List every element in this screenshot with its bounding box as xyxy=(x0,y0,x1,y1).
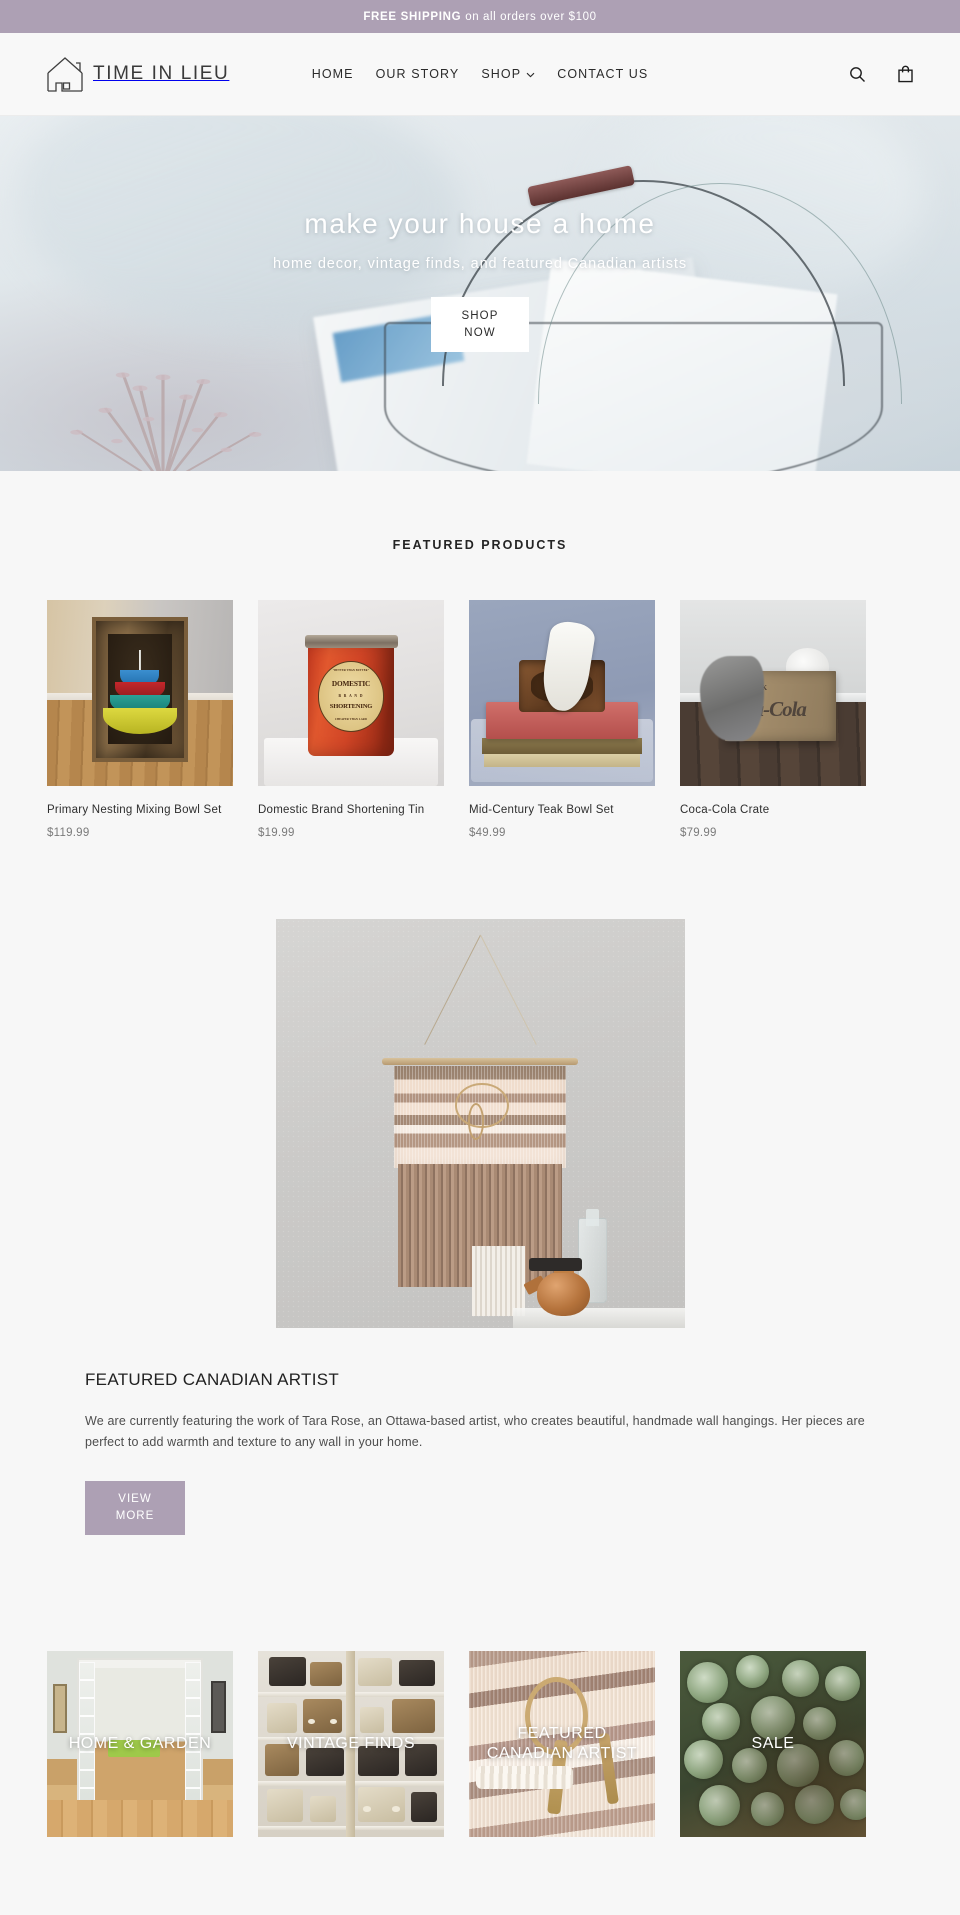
brand-name: TIME IN LIEU xyxy=(93,63,230,84)
featured-artist-section: FEATURED CANADIAN ARTIST We are currentl… xyxy=(0,839,960,1535)
product-image xyxy=(469,600,655,786)
category-tile-sale[interactable]: SALE xyxy=(680,1651,866,1837)
featured-products-title: FEATURED PRODUCTS xyxy=(392,538,568,552)
nav-item-our-story[interactable]: OUR STORY xyxy=(376,67,460,81)
product-grid: Primary Nesting Mixing Bowl Set $119.99 … xyxy=(47,600,913,839)
brand-logo-link[interactable]: TIME IN LIEU xyxy=(44,53,229,95)
nav-label: SHOP xyxy=(481,67,522,81)
nav-label: CONTACT US xyxy=(557,67,649,81)
featured-artist-body: We are currently featuring the work of T… xyxy=(85,1414,865,1449)
category-label: HOME & GARDEN xyxy=(68,1735,212,1752)
shop-now-line1: SHOP xyxy=(461,309,499,322)
nav-label: OUR STORY xyxy=(375,67,460,81)
product-price: $19.99 xyxy=(258,827,295,839)
product-card[interactable]: Primary Nesting Mixing Bowl Set $119.99 xyxy=(47,600,233,839)
category-label: FEATURED CANADIAN ARTIST xyxy=(486,1725,638,1762)
featured-artist-image xyxy=(275,919,685,1328)
category-tile-vintage-finds[interactable]: VINTAGE FINDS xyxy=(258,1651,444,1837)
featured-products-section: FEATURED PRODUCTS Primary Nesting Mixing… xyxy=(0,471,960,839)
announcement-bar: FREE SHIPPING on all orders over $100 xyxy=(0,0,960,33)
shop-now-line2: NOW xyxy=(464,326,496,339)
tin-label-line3: SHORTENING xyxy=(329,702,373,710)
product-price: $49.99 xyxy=(469,827,506,839)
product-title: Primary Nesting Mixing Bowl Set xyxy=(47,804,222,816)
nav-item-shop[interactable]: SHOP xyxy=(481,67,535,81)
cart-icon[interactable] xyxy=(894,63,916,85)
product-price: $79.99 xyxy=(680,827,717,839)
category-grid: HOME & GARDEN VINTAGE FINDS FEATURED CAN… xyxy=(47,1651,913,1837)
tin-label-line2: B R A N D xyxy=(338,693,364,698)
hero-subtitle: home decor, vintage finds, and featured … xyxy=(273,256,687,272)
product-card[interactable]: DRINK Coca-Cola Coca-Cola Crate $79.99 xyxy=(680,600,866,839)
product-title: Coca-Cola Crate xyxy=(680,804,770,816)
announcement-bold-text: FREE SHIPPING xyxy=(363,10,462,23)
category-tile-home-and-garden[interactable]: HOME & GARDEN xyxy=(47,1651,233,1837)
product-price: $119.99 xyxy=(47,827,90,839)
category-label: SALE xyxy=(751,1735,795,1752)
product-card[interactable]: "BETTER THAN BUTTER" DOMESTIC B R A N D … xyxy=(258,600,444,839)
tin-label-top: "BETTER THAN BUTTER" xyxy=(332,668,370,672)
category-tiles-section: HOME & GARDEN VINTAGE FINDS FEATURED CAN… xyxy=(0,1535,960,1915)
featured-artist-copy: FEATURED CANADIAN ARTIST We are currentl… xyxy=(85,1370,875,1535)
shop-now-button[interactable]: SHOP NOW xyxy=(431,297,529,352)
nav-item-home[interactable]: HOME xyxy=(312,67,354,81)
chevron-down-icon xyxy=(526,67,535,81)
tin-label-line1: DOMESTIC xyxy=(331,678,371,688)
view-more-line1: VIEW xyxy=(118,1493,152,1505)
product-title: Mid-Century Teak Bowl Set xyxy=(469,804,614,816)
product-image xyxy=(47,600,233,786)
category-label: VINTAGE FINDS xyxy=(287,1735,415,1752)
hero-banner: make your house a home home decor, vinta… xyxy=(0,116,960,471)
view-more-line2: MORE xyxy=(115,1510,155,1522)
hero-content: make your house a home home decor, vinta… xyxy=(0,116,960,471)
header-actions xyxy=(846,63,916,85)
search-icon[interactable] xyxy=(846,63,868,85)
product-image: DRINK Coca-Cola xyxy=(680,600,866,786)
site-header: TIME IN LIEU HOME OUR STORY SHOP CONTACT… xyxy=(0,33,960,116)
tin-label-bottom: CHEAPER THAN LARD xyxy=(334,717,368,721)
house-outline-icon xyxy=(44,53,86,95)
product-image: "BETTER THAN BUTTER" DOMESTIC B R A N D … xyxy=(258,600,444,786)
product-title: Domestic Brand Shortening Tin xyxy=(258,804,425,816)
hero-title: make your house a home xyxy=(304,208,656,239)
featured-artist-heading: FEATURED CANADIAN ARTIST xyxy=(85,1370,340,1389)
nav-item-contact-us[interactable]: CONTACT US xyxy=(557,67,648,81)
nav-label: HOME xyxy=(311,67,354,81)
product-card[interactable]: Mid-Century Teak Bowl Set $49.99 xyxy=(469,600,655,839)
announcement-rest-text: on all orders over $100 xyxy=(465,10,597,23)
view-more-button[interactable]: VIEW MORE xyxy=(85,1481,185,1535)
category-tile-featured-canadian-artist[interactable]: FEATURED CANADIAN ARTIST xyxy=(469,1651,655,1837)
